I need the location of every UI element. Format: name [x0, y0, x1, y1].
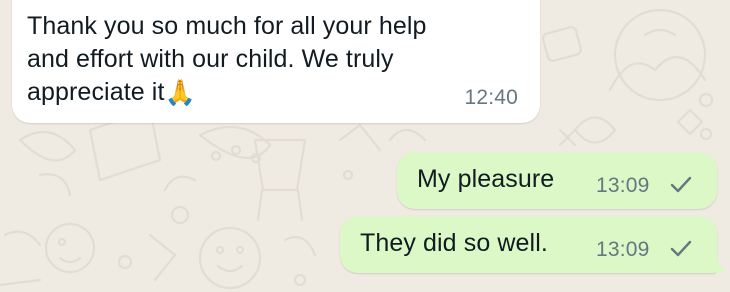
message-line-3: appreciate it — [27, 78, 165, 106]
message-timestamp: 12:40 — [464, 86, 518, 109]
single-check-icon — [670, 176, 692, 193]
outgoing-message-bubble[interactable]: They did so well. 13:09 — [340, 216, 726, 273]
outgoing-message-text: They did so well. — [360, 229, 548, 257]
incoming-message-bubble[interactable]: Thank you so much for all your help and e… — [12, 0, 540, 123]
message-timestamp: 13:09 — [596, 238, 650, 261]
bubble-tail — [716, 259, 726, 273]
outgoing-message-bubble[interactable]: My pleasure 13:09 — [397, 152, 717, 209]
outgoing-message-text: My pleasure — [417, 165, 555, 193]
message-line-1: Thank you so much for all your help — [27, 12, 427, 40]
message-line-2: and effort with our child. We truly — [27, 45, 394, 73]
message-timestamp: 13:09 — [596, 174, 650, 197]
single-check-icon — [670, 240, 692, 257]
incoming-message-text: Thank you so much for all your help and e… — [27, 10, 497, 109]
folded-hands-emoji: 🙏 — [164, 78, 196, 107]
